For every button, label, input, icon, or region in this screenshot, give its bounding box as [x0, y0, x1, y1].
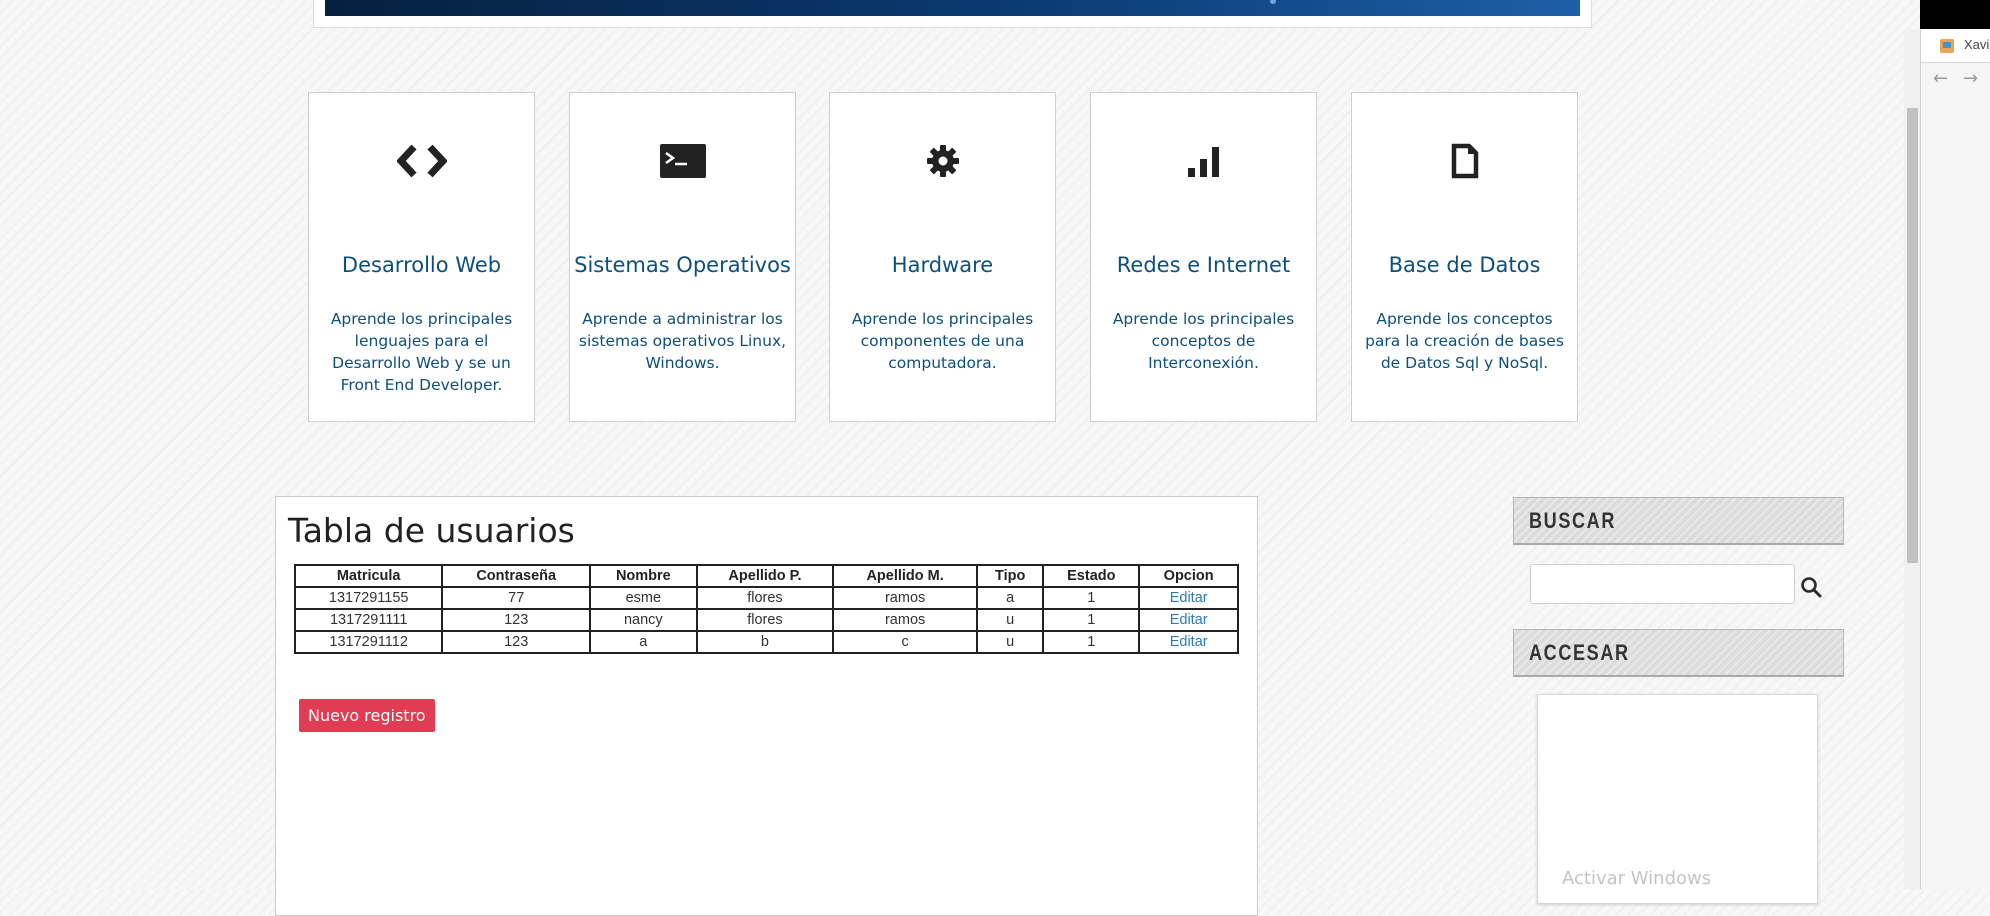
table-cell: esme: [589, 586, 698, 610]
search-widget-title: BUSCAR: [1529, 508, 1617, 533]
card-description: Aprende los principales conceptos de Int…: [1112, 310, 1295, 372]
access-widget-header: ACCESAR: [1513, 629, 1844, 677]
card-hardware[interactable]: Hardware Aprende los principales compone…: [829, 92, 1056, 422]
column-header: Contraseña: [441, 564, 592, 588]
column-header: Estado: [1042, 564, 1141, 588]
table-header-row: Matricula Contraseña Nombre Apellido P. …: [293, 564, 1239, 588]
banner-search-icon: [1270, 0, 1276, 4]
edit-link[interactable]: Editar: [1170, 612, 1208, 628]
column-header: Nombre: [589, 564, 698, 588]
secondary-browser-window: [1920, 29, 1990, 889]
table-cell: ramos: [832, 608, 978, 632]
card-title: Base de Datos: [1388, 253, 1541, 277]
column-header: Opcion: [1138, 564, 1239, 588]
table-cell: 1317291155: [293, 586, 444, 610]
browser-tab-title: Xavie: [1964, 37, 1990, 52]
users-table: Matricula Contraseña Nombre Apellido P. …: [293, 564, 1239, 654]
windows-activation-watermark: Activar Windows: [1562, 868, 1712, 889]
table-cell: b: [695, 630, 835, 654]
back-arrow-icon[interactable]: ←: [1933, 68, 1948, 89]
table-cell: u: [975, 608, 1045, 632]
search-icon[interactable]: [1800, 576, 1822, 598]
new-record-button[interactable]: Nuevo registro: [299, 699, 435, 732]
table-row: 1317291155 77 esme flores ramos a 1 Edit…: [293, 586, 1239, 610]
favicon-icon: [1940, 39, 1954, 53]
column-header: Tipo: [975, 564, 1045, 588]
card-title: Sistemas Operativos: [574, 253, 791, 277]
card-base-de-datos[interactable]: Base de Datos Aprende los conceptos para…: [1351, 92, 1578, 422]
column-header: Apellido M.: [832, 564, 978, 588]
signal-bars-icon: [1091, 141, 1316, 181]
card-desarrollo-web[interactable]: Desarrollo Web Aprende los principales l…: [308, 92, 535, 422]
table-cell: Editar: [1138, 630, 1239, 654]
table-cell: c: [832, 630, 978, 654]
column-header: Apellido P.: [695, 564, 835, 588]
table-cell: 123: [441, 630, 592, 654]
card-title: Desarrollo Web: [341, 253, 502, 277]
card-title: Redes e Internet: [1116, 253, 1291, 277]
page-title: Tabla de usuarios: [288, 511, 575, 550]
table-row: 1317291112 123 a b c u 1 Editar: [293, 630, 1239, 654]
table-cell: 123: [441, 608, 592, 632]
search-widget-header: BUSCAR: [1513, 497, 1844, 545]
table-cell: a: [975, 586, 1045, 610]
table-cell: u: [975, 630, 1045, 654]
top-banner: [313, 0, 1592, 28]
card-description: Aprende a administrar los sistemas opera…: [578, 310, 787, 372]
table-cell: 77: [441, 586, 592, 610]
edit-link[interactable]: Editar: [1170, 634, 1208, 650]
screen-edge: [1920, 0, 1990, 29]
table-cell: 1: [1042, 608, 1141, 632]
forward-arrow-icon[interactable]: →: [1963, 68, 1978, 89]
banner-image: [325, 0, 1580, 16]
document-icon: [1352, 141, 1577, 181]
table-cell: flores: [695, 608, 835, 632]
access-widget-title: ACCESAR: [1529, 640, 1630, 665]
users-panel: Tabla de usuarios Matricula Contraseña N…: [275, 496, 1258, 916]
column-header: Matricula: [293, 564, 444, 588]
table-cell: nancy: [589, 608, 698, 632]
table-cell: Editar: [1138, 608, 1239, 632]
card-description: Aprende los principales componentes de u…: [851, 310, 1034, 372]
terminal-icon: [570, 141, 795, 181]
table-row: 1317291111 123 nancy flores ramos u 1 Ed…: [293, 608, 1239, 632]
table-cell: ramos: [832, 586, 978, 610]
search-input[interactable]: [1530, 564, 1795, 604]
table-cell: 1317291112: [293, 630, 444, 654]
table-cell: Editar: [1138, 586, 1239, 610]
edit-link[interactable]: Editar: [1170, 590, 1208, 606]
table-cell: 1: [1042, 586, 1141, 610]
card-description: Aprende los principales lenguajes para e…: [330, 310, 513, 394]
table-cell: 1317291111: [293, 608, 444, 632]
card-title: Hardware: [891, 253, 994, 277]
gear-icon: [830, 141, 1055, 181]
table-cell: flores: [695, 586, 835, 610]
scrollbar-thumb[interactable]: [1907, 108, 1918, 563]
table-cell: a: [589, 630, 698, 654]
code-icon: [309, 141, 534, 181]
browser-tab[interactable]: Xavie: [1921, 29, 1990, 63]
card-redes-internet[interactable]: Redes e Internet Aprende los principales…: [1090, 92, 1317, 422]
card-sistemas-operativos[interactable]: Sistemas Operativos Aprende a administra…: [569, 92, 796, 422]
card-description: Aprende los conceptos para la creación d…: [1365, 310, 1564, 372]
table-cell: 1: [1042, 630, 1141, 654]
